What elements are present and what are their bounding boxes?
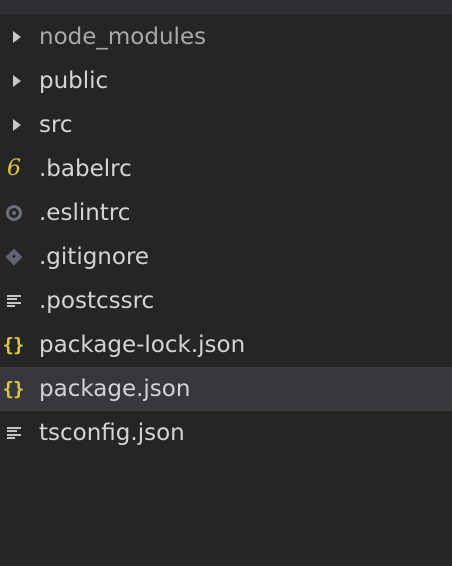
tree-item-package-lock-json[interactable]: {} package-lock.json [0,323,452,367]
tree-item-package-json[interactable]: {} package.json [0,367,452,411]
tree-item-label: src [39,112,73,138]
tree-item-babelrc[interactable]: 6 .babelrc [0,147,452,191]
tree-item-label: .eslintrc [39,200,131,226]
tree-item-node-modules[interactable]: node_modules [0,15,452,59]
chevron-right-icon[interactable] [0,103,32,147]
eslint-icon [0,191,32,235]
previous-row-partial: ʻ ʻ ʻ [0,0,452,14]
tree-item-postcssrc[interactable]: .postcssrc [0,279,452,323]
tree-item-label: .babelrc [39,156,132,182]
chevron-right-icon[interactable] [0,15,32,59]
git-icon [0,235,32,279]
text-file-icon [0,279,32,323]
tree-item-label: node_modules [39,24,207,50]
tree-item-label: .postcssrc [39,288,155,314]
tree-item-label: public [39,68,109,94]
tree-item-tsconfig-json[interactable]: tsconfig.json [0,411,452,455]
file-tree: node_modules public src 6 .babelrc .esli… [0,15,452,455]
text-file-icon [0,411,32,455]
tree-item-gitignore[interactable]: .gitignore [0,235,452,279]
chevron-right-icon[interactable] [0,59,32,103]
tree-item-label: package.json [39,376,191,402]
tree-item-label: tsconfig.json [39,420,185,446]
tree-item-label: package-lock.json [39,332,246,358]
json-icon: {} [2,334,25,356]
babel-icon: 6 [7,155,21,181]
tree-item-label: .gitignore [39,244,150,270]
partial-row-fragment: ʻ ʻ ʻ [20,0,73,10]
tree-item-public[interactable]: public [0,59,452,103]
file-explorer: ʻ ʻ ʻ node_modules public src 6 .babelrc… [0,0,452,566]
json-icon: {} [2,378,25,400]
tree-item-eslintrc[interactable]: .eslintrc [0,191,452,235]
tree-item-src[interactable]: src [0,103,452,147]
